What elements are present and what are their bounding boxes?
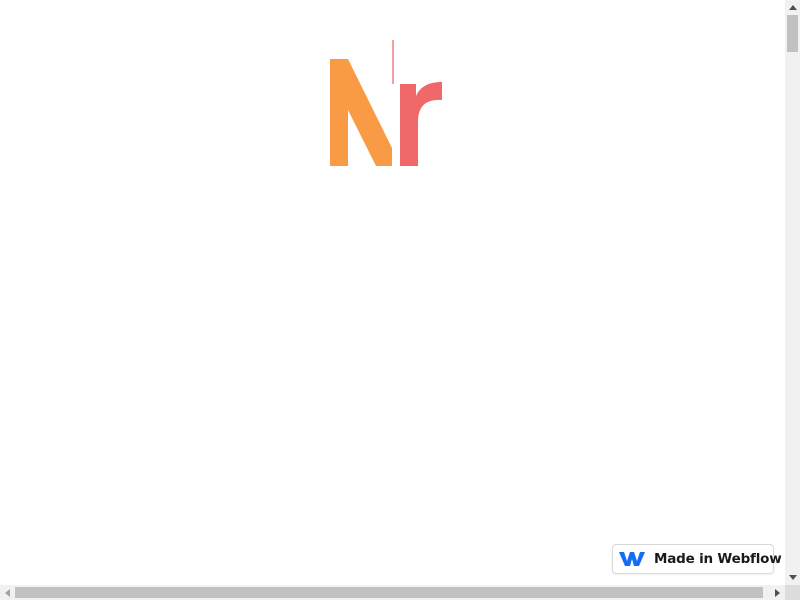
nr-logo-icon[interactable] xyxy=(328,40,446,168)
webflow-icon xyxy=(619,551,645,567)
chevron-right-icon[interactable] xyxy=(770,585,785,600)
vertical-scrollbar[interactable] xyxy=(785,0,800,585)
page-viewport: Made in Webflow xyxy=(0,0,785,585)
chevron-down-icon[interactable] xyxy=(785,570,800,585)
horizontal-scrollbar[interactable] xyxy=(0,585,785,600)
chevron-left-icon[interactable] xyxy=(0,585,15,600)
chevron-up-icon[interactable] xyxy=(785,0,800,15)
vertical-scroll-thumb[interactable] xyxy=(787,15,798,52)
logo-letter-r xyxy=(400,82,442,166)
horizontal-scroll-thumb[interactable] xyxy=(15,587,763,598)
made-in-webflow-badge[interactable]: Made in Webflow xyxy=(612,544,782,574)
scrollbar-corner xyxy=(785,585,800,600)
badge-label: Made in Webflow xyxy=(654,551,782,567)
logo-divider-line xyxy=(392,40,394,84)
